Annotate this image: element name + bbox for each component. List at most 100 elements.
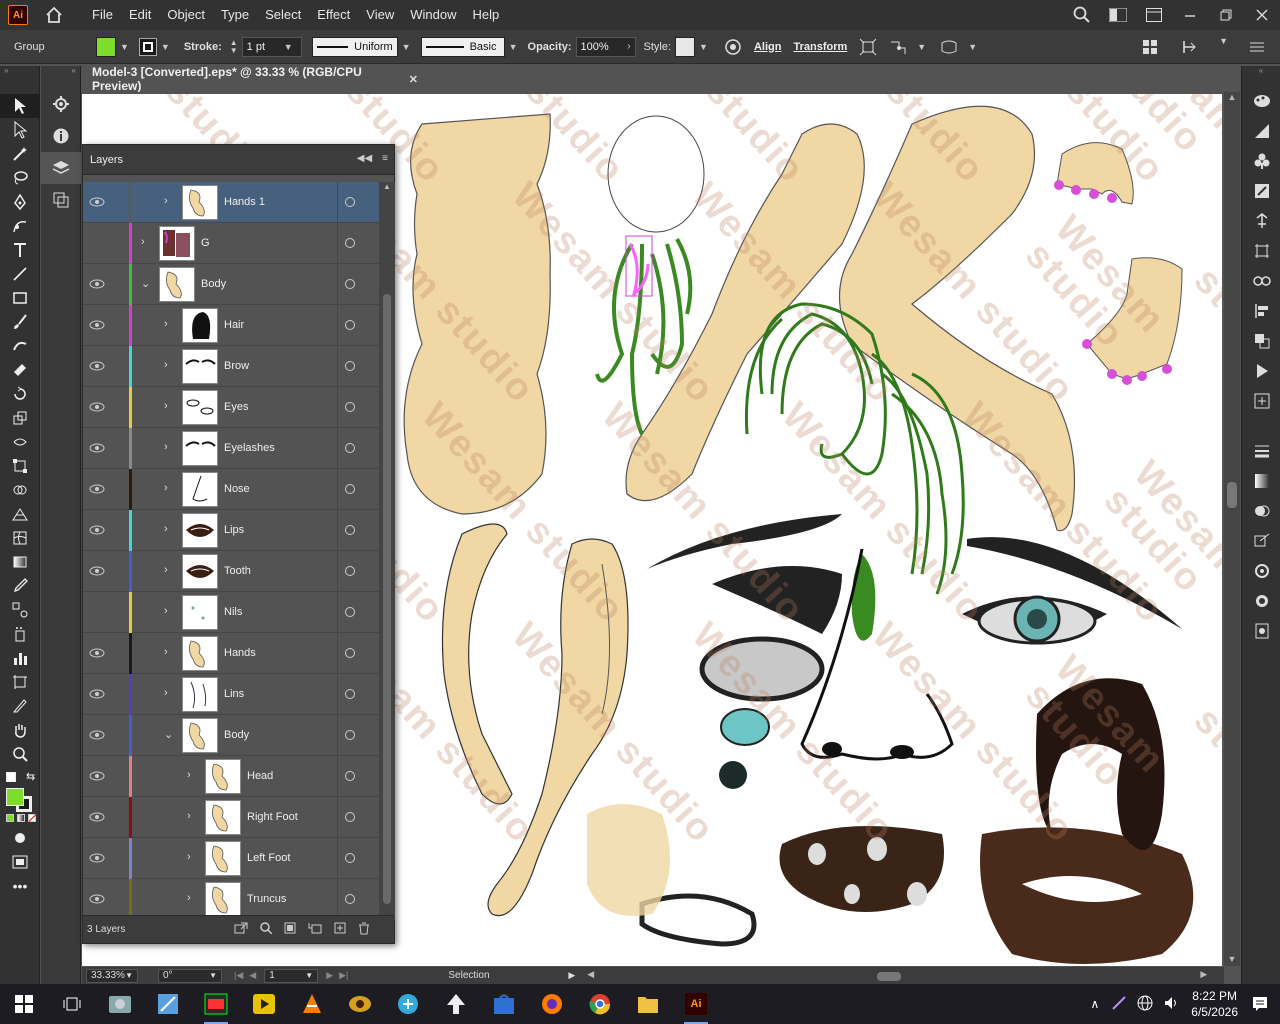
menu-object[interactable]: Object bbox=[159, 0, 213, 30]
expand-chevron-icon[interactable]: › bbox=[164, 646, 168, 658]
pathfinder-panel-icon[interactable] bbox=[1242, 326, 1280, 356]
expand-chevron-icon[interactable]: › bbox=[187, 810, 191, 822]
layer-row[interactable]: › Head bbox=[83, 756, 379, 797]
layer-name[interactable]: Hands 1 bbox=[224, 196, 265, 208]
game-app-icon[interactable] bbox=[336, 984, 384, 1024]
layer-row[interactable]: › Lips bbox=[83, 510, 379, 551]
gradient-tool-icon[interactable] bbox=[0, 550, 40, 574]
isolate-group-icon[interactable] bbox=[857, 36, 879, 58]
expand-chevron-icon[interactable]: › bbox=[164, 687, 168, 699]
properties-panel-icon[interactable] bbox=[41, 88, 81, 120]
menu-window[interactable]: Window bbox=[402, 0, 464, 30]
layers-panel-icon[interactable] bbox=[41, 152, 81, 184]
eyedropper-tool-icon[interactable] bbox=[0, 574, 40, 598]
vlc-app-icon[interactable] bbox=[288, 984, 336, 1024]
layer-target-icon[interactable] bbox=[345, 812, 355, 822]
line-tool-icon[interactable] bbox=[0, 262, 40, 286]
stroke-panel-icon[interactable] bbox=[1242, 436, 1280, 466]
close-document-icon[interactable]: ✕ bbox=[409, 73, 418, 86]
rectangle-tool-icon[interactable] bbox=[0, 286, 40, 310]
restore-icon[interactable] bbox=[1214, 3, 1238, 27]
asset-export-icon[interactable] bbox=[1242, 386, 1280, 416]
show-hidden-icons-icon[interactable]: ∧ bbox=[1090, 997, 1099, 1011]
type-tool-icon[interactable] bbox=[0, 238, 40, 262]
layer-row[interactable]: › G bbox=[83, 223, 379, 264]
stroke-swatch[interactable] bbox=[138, 37, 157, 56]
previous-artboard-icon[interactable]: ◀ bbox=[249, 970, 256, 981]
gradient-panel-icon[interactable] bbox=[1242, 466, 1280, 496]
search-icon[interactable] bbox=[1070, 3, 1094, 27]
layer-target-icon[interactable] bbox=[345, 648, 355, 658]
graphic-style-swatch[interactable] bbox=[675, 36, 696, 57]
layers-scroll-thumb[interactable] bbox=[383, 294, 391, 904]
brushes-panel-icon[interactable] bbox=[1242, 176, 1280, 206]
menu-edit[interactable]: Edit bbox=[121, 0, 159, 30]
collapse-tools-icon[interactable]: » bbox=[0, 66, 39, 76]
stroke-stepper-icon[interactable]: ▲ ▼ bbox=[230, 38, 238, 55]
mesh-tool-icon[interactable] bbox=[0, 526, 40, 550]
menu-select[interactable]: Select bbox=[257, 0, 309, 30]
visibility-toggle-empty[interactable] bbox=[89, 606, 105, 618]
rotation-field[interactable]: 0° ▼ bbox=[158, 968, 222, 983]
expand-chevron-icon[interactable]: › bbox=[164, 195, 168, 207]
free-transform-tool-icon[interactable] bbox=[0, 454, 40, 478]
artboards-panel-icon[interactable] bbox=[41, 184, 81, 216]
visibility-eye-icon[interactable] bbox=[89, 811, 105, 823]
edit-toolbar-icon[interactable]: ••• bbox=[0, 874, 40, 898]
transform-button[interactable]: Transform bbox=[793, 41, 847, 53]
pen-tool-icon[interactable] bbox=[0, 190, 40, 214]
layers-scrollbar[interactable]: ▲ bbox=[379, 182, 395, 920]
swatches-panel-icon[interactable] bbox=[1242, 146, 1280, 176]
transform-panel-icon[interactable] bbox=[1242, 236, 1280, 266]
layer-target-icon[interactable] bbox=[345, 853, 355, 863]
layer-target-icon[interactable] bbox=[345, 443, 355, 453]
layer-name[interactable]: Tooth bbox=[224, 565, 251, 577]
layer-target-icon[interactable] bbox=[345, 689, 355, 699]
stroke-weight-field[interactable]: 1 pt ▼ bbox=[241, 36, 302, 57]
visibility-eye-icon[interactable] bbox=[89, 278, 105, 290]
none-mode-icon[interactable] bbox=[28, 814, 37, 822]
arrange-documents-icon[interactable] bbox=[1142, 3, 1166, 27]
warp-dropdown-icon[interactable]: ▼ bbox=[917, 42, 926, 52]
curvature-tool-icon[interactable] bbox=[0, 214, 40, 238]
layer-name[interactable]: Hair bbox=[224, 319, 244, 331]
firefox-app-icon[interactable] bbox=[528, 984, 576, 1024]
symbols-panel-icon[interactable] bbox=[1242, 206, 1280, 236]
selection-tool-icon[interactable] bbox=[0, 94, 40, 118]
color-guide-icon[interactable] bbox=[1242, 116, 1280, 146]
artboard-navigation-field[interactable]: 1 ▼ bbox=[264, 968, 319, 983]
brush-definition-dropdown[interactable]: Basic bbox=[420, 36, 505, 57]
layer-row[interactable]: › Right Foot bbox=[83, 797, 379, 838]
visibility-eye-icon[interactable] bbox=[89, 442, 105, 454]
visibility-eye-icon[interactable] bbox=[89, 688, 105, 700]
visibility-eye-icon[interactable] bbox=[89, 893, 105, 905]
fill-stroke-widget[interactable]: ⇆ bbox=[0, 766, 39, 814]
layer-target-icon[interactable] bbox=[345, 894, 355, 904]
recolor-artwork-icon[interactable] bbox=[722, 36, 744, 58]
zoom-tool-icon[interactable] bbox=[0, 742, 40, 766]
layers-scroll-up-icon[interactable]: ▲ bbox=[379, 182, 395, 191]
expand-chevron-icon[interactable]: › bbox=[164, 400, 168, 412]
layer-row[interactable]: › Hair bbox=[83, 305, 379, 346]
visibility-eye-icon[interactable] bbox=[89, 647, 105, 659]
media-player-app-icon[interactable] bbox=[240, 984, 288, 1024]
layer-row[interactable]: › Left Foot bbox=[83, 838, 379, 879]
layer-row[interactable]: › Brow bbox=[83, 346, 379, 387]
arrange-icon[interactable] bbox=[1139, 36, 1161, 58]
brush-dropdown-icon[interactable]: ▼ bbox=[509, 42, 518, 52]
expand-chevron-icon[interactable]: › bbox=[164, 564, 168, 576]
layer-row[interactable]: › Hands bbox=[83, 633, 379, 674]
chrome-app-icon[interactable] bbox=[576, 984, 624, 1024]
gradient-mode-icon[interactable] bbox=[17, 814, 25, 822]
layer-name[interactable]: Nose bbox=[224, 483, 250, 495]
camtasia-app-icon[interactable] bbox=[192, 984, 240, 1024]
horizontal-scroll-thumb[interactable] bbox=[877, 971, 902, 981]
layers-panel-menu-icon[interactable]: ≡ bbox=[382, 153, 388, 164]
slice-tool-icon[interactable] bbox=[0, 694, 40, 718]
visibility-toggle-empty[interactable] bbox=[89, 237, 105, 249]
notifications-icon[interactable] bbox=[1252, 995, 1268, 1014]
eraser-tool-icon[interactable] bbox=[0, 358, 40, 382]
align-panel-icon[interactable] bbox=[1242, 296, 1280, 326]
store-app-icon[interactable] bbox=[480, 984, 528, 1024]
color-panel-icon[interactable] bbox=[1242, 86, 1280, 116]
